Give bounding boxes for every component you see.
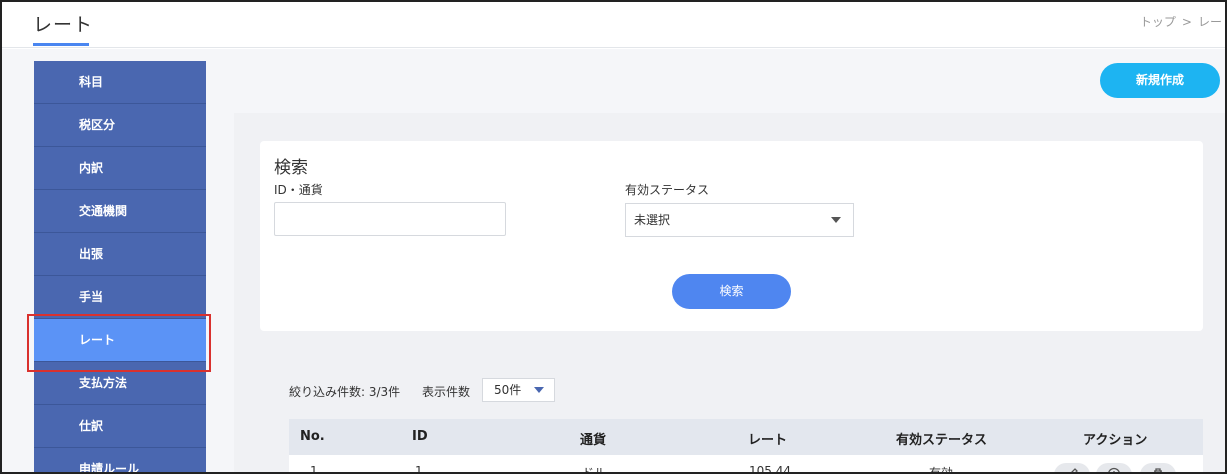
sidebar-item-business-trip[interactable]: 出張 bbox=[34, 233, 206, 276]
edit-icon[interactable] bbox=[1054, 463, 1090, 472]
cell-rate: 105.44 bbox=[749, 464, 791, 474]
cell-id: 1 bbox=[415, 464, 423, 474]
chevron-down-icon bbox=[831, 217, 841, 223]
sidebar: 科目 税区分 内訳 交通機関 出張 手当 レート 支払方法 仕訳 申請ルール bbox=[34, 61, 206, 472]
cell-currency: ドル bbox=[582, 466, 607, 474]
cell-status: 有効 bbox=[929, 466, 954, 474]
header-action: アクション bbox=[1083, 433, 1148, 448]
header-status: 有効ステータス bbox=[896, 433, 988, 448]
id-currency-label: ID・通貨 bbox=[274, 183, 323, 197]
per-page-select[interactable]: 50件 bbox=[482, 378, 555, 402]
chevron-down-icon bbox=[534, 387, 544, 393]
search-title: 検索 bbox=[274, 158, 308, 178]
header-no: No. bbox=[300, 429, 325, 444]
header-currency: 通貨 bbox=[580, 433, 607, 448]
breadcrumb-top-link[interactable]: トップ bbox=[1140, 15, 1176, 29]
header-id: ID bbox=[412, 429, 428, 444]
copy-icon[interactable] bbox=[1096, 463, 1132, 472]
status-select[interactable]: 未選択 bbox=[625, 203, 854, 237]
rate-table: No. ID 通貨 レート 有効ステータス アクション 1 1 ドル 105.4… bbox=[289, 419, 1203, 474]
status-label: 有効ステータス bbox=[625, 183, 710, 197]
filter-count: 絞り込み件数: 3/3件 bbox=[289, 385, 401, 399]
per-page-label: 表示件数 bbox=[422, 385, 471, 399]
breadcrumb-separator: > bbox=[1181, 15, 1192, 29]
title-underline bbox=[33, 43, 89, 46]
sidebar-item-subject[interactable]: 科目 bbox=[34, 61, 206, 104]
search-card: 検索 ID・通貨 有効ステータス 未選択 検索 bbox=[260, 141, 1203, 331]
status-select-value: 未選択 bbox=[634, 213, 671, 227]
table-row: 1 1 ドル 105.44 有効 bbox=[289, 455, 1203, 474]
sidebar-item-allowance[interactable]: 手当 bbox=[34, 276, 206, 319]
new-create-button[interactable]: 新規作成 bbox=[1100, 63, 1220, 98]
breadcrumb: トップ > レート bbox=[1137, 13, 1225, 30]
sidebar-item-tax-category[interactable]: 税区分 bbox=[34, 104, 206, 147]
highlight-box bbox=[27, 314, 211, 372]
per-page-value: 50件 bbox=[494, 383, 522, 397]
sidebar-item-application-rule[interactable]: 申請ルール bbox=[34, 448, 206, 472]
header-rate: レート bbox=[748, 433, 788, 448]
sidebar-item-transport[interactable]: 交通機関 bbox=[34, 190, 206, 233]
app-frame: レート トップ > レート 科目 税区分 内訳 交通機関 出張 手当 レート 支払方… bbox=[0, 0, 1227, 474]
page-header: レート トップ > レート bbox=[2, 2, 1225, 48]
id-currency-input[interactable] bbox=[274, 202, 506, 236]
table-header: No. ID 通貨 レート 有効ステータス アクション bbox=[289, 419, 1203, 455]
search-button[interactable]: 検索 bbox=[672, 274, 791, 309]
sidebar-item-breakdown[interactable]: 内訳 bbox=[34, 147, 206, 190]
sidebar-item-journal[interactable]: 仕訳 bbox=[34, 405, 206, 448]
cell-no: 1 bbox=[310, 464, 318, 474]
delete-icon[interactable] bbox=[1140, 463, 1176, 472]
breadcrumb-current: レート bbox=[1197, 15, 1225, 29]
page-title: レート bbox=[33, 14, 94, 36]
